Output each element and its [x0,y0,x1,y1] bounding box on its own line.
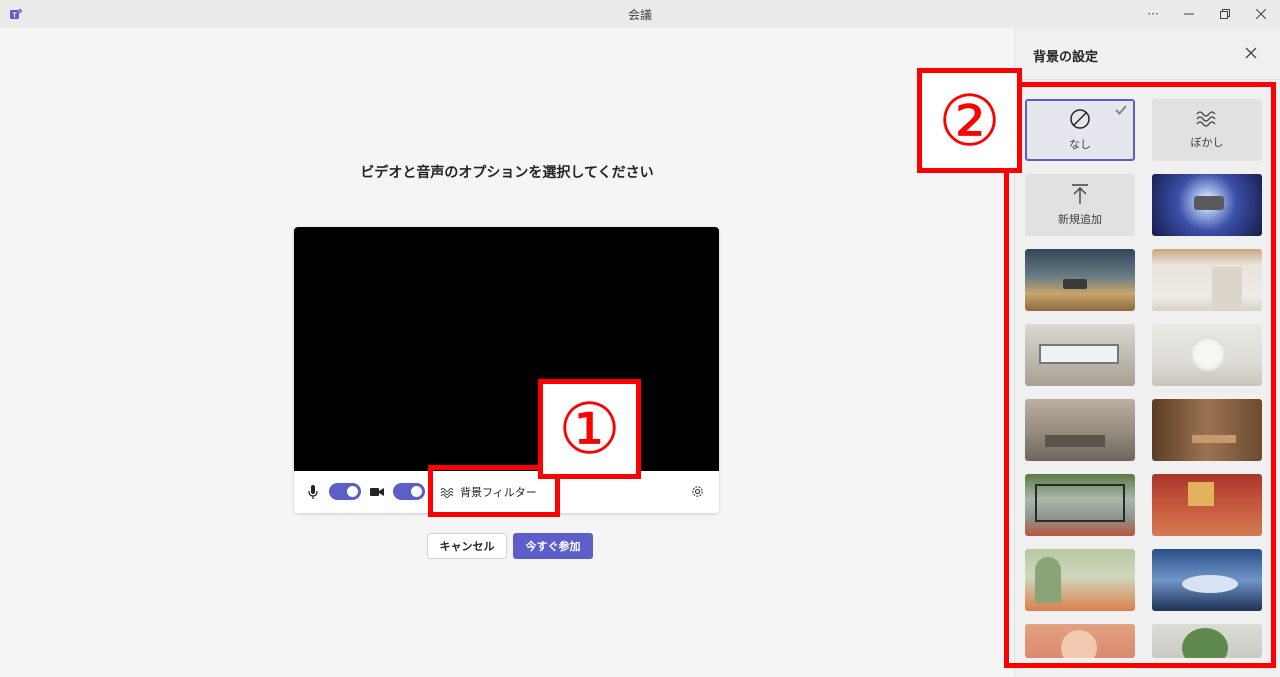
restore-button[interactable] [1207,0,1243,28]
close-window-button[interactable] [1243,0,1279,28]
minimize-button[interactable] [1171,0,1207,28]
close-panel-icon[interactable] [1243,45,1259,61]
restore-icon [1220,9,1230,19]
prejoin-heading: ビデオと音声のオプションを選択してください [360,165,654,181]
close-icon [1256,9,1266,19]
annotation-marker-2: ② [917,68,1022,173]
window-title: 会議 [627,8,652,22]
camera-toggle[interactable] [393,483,425,500]
video-preview [294,227,719,471]
microphone-toggle[interactable] [329,483,361,500]
gear-icon[interactable] [690,484,705,499]
cancel-button[interactable]: キャンセル [427,533,507,559]
minimize-icon [1184,13,1194,15]
title-bar: T 会議 ··· [0,0,1280,28]
more-options-button[interactable]: ··· [1135,0,1171,28]
prejoin-area: ビデオと音声のオプションを選択してください 背景フィルター キャンセル 今すぐ参… [0,28,1014,677]
annotation-marker-1: ① [538,379,641,479]
join-now-button[interactable]: 今すぐ参加 [513,533,593,559]
annotation-box-2 [1004,82,1276,668]
microphone-icon [308,485,318,499]
panel-divider [1015,79,1280,80]
camera-icon [370,488,384,496]
panel-title: 背景の設定 [1033,50,1099,65]
